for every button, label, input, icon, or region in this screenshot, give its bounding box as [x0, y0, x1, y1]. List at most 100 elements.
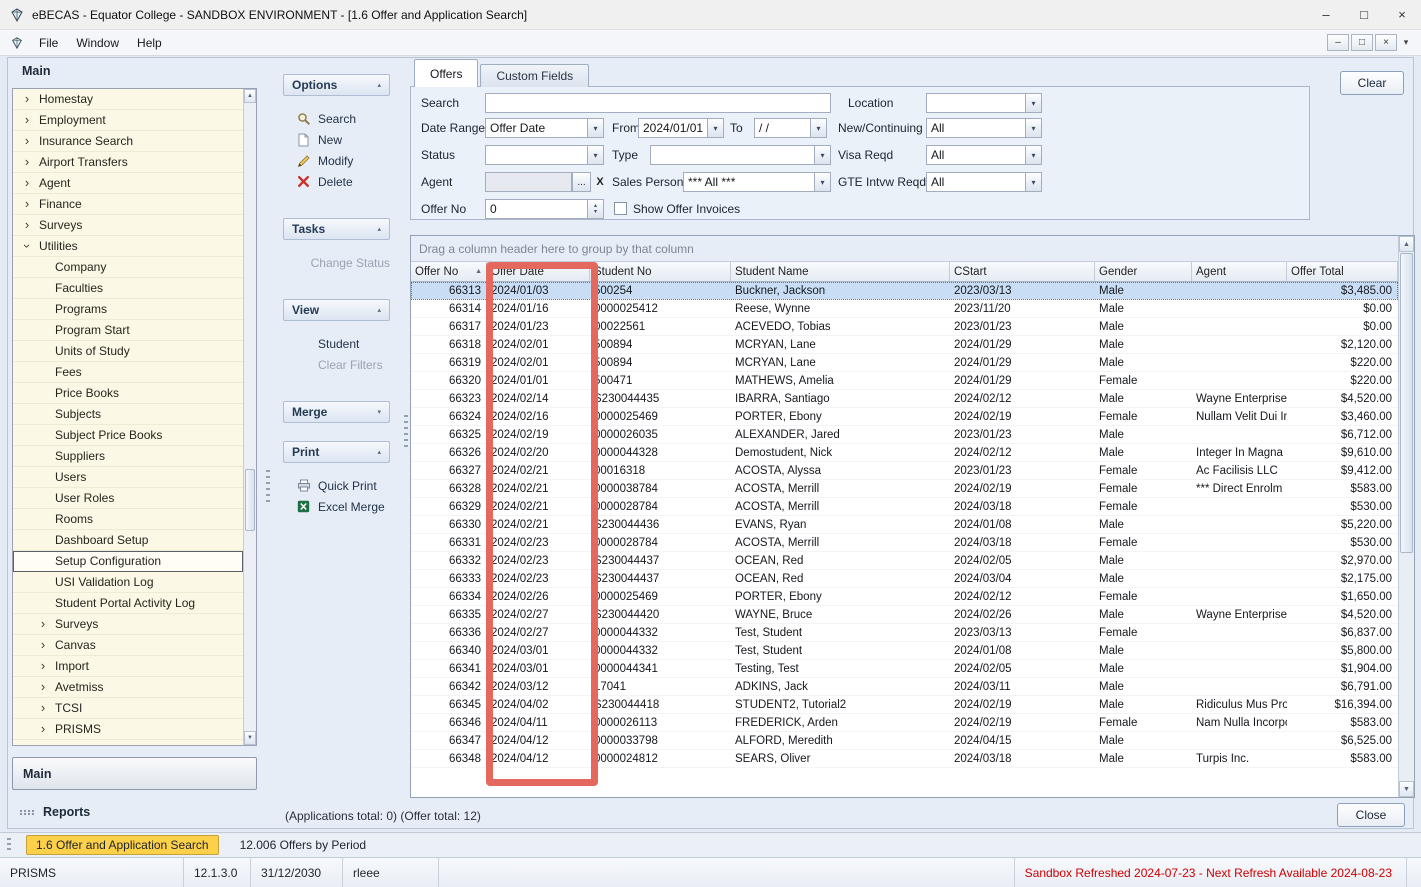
grid-scrollbar-thumb[interactable]: [1400, 253, 1413, 553]
chevron-right-icon[interactable]: ›: [37, 639, 49, 651]
agent-browse-button[interactable]: ...: [572, 172, 591, 192]
chevron-right-icon[interactable]: ›: [37, 618, 49, 630]
sidebar-scrollbar-thumb[interactable]: [245, 469, 255, 531]
column-header-student-name[interactable]: Student Name: [731, 262, 950, 281]
tool-item-excel-merge[interactable]: Excel Merge: [283, 496, 390, 517]
agent-clear-button[interactable]: X: [592, 172, 608, 192]
tree-item-avetmiss[interactable]: ›Avetmiss: [13, 677, 243, 698]
table-row[interactable]: 663252024/02/190000026035ALEXANDER, Jare…: [411, 426, 1398, 444]
tree-item-homestay[interactable]: ›Homestay: [13, 89, 243, 110]
tree-item-fees[interactable]: Fees: [13, 362, 243, 383]
table-row[interactable]: 663362024/02/270000044332Test, Student20…: [411, 624, 1398, 642]
tree-item-surveys[interactable]: ›Surveys: [13, 614, 243, 635]
tab-offers[interactable]: Offers: [414, 59, 478, 87]
table-row[interactable]: 663132024/01/03500254Buckner, Jackson202…: [411, 282, 1398, 300]
table-row[interactable]: 663462024/04/110000026113FREDERICK, Arde…: [411, 714, 1398, 732]
tool-item-search[interactable]: Search: [283, 108, 390, 129]
tab-custom-fields[interactable]: Custom Fields: [480, 64, 589, 87]
status-select[interactable]: ▾: [485, 145, 604, 165]
chevron-down-icon[interactable]: ▾: [814, 146, 830, 164]
chevron-down-icon[interactable]: ▾: [1025, 173, 1041, 191]
table-row[interactable]: 663452024/04/02S230044418STUDENT2, Tutor…: [411, 696, 1398, 714]
toolpanel-splitter[interactable]: [404, 415, 408, 447]
tree-item-surveys[interactable]: ›Surveys: [13, 215, 243, 236]
table-row[interactable]: 663482024/04/120000024812SEARS, Oliver20…: [411, 750, 1398, 768]
chevron-down-icon[interactable]: ▾: [1025, 94, 1041, 112]
tree-item-company[interactable]: Company: [13, 257, 243, 278]
tree-item-subjects[interactable]: Subjects: [13, 404, 243, 425]
column-header-cstart[interactable]: CStart: [950, 262, 1095, 281]
tree-item-price-books[interactable]: Price Books: [13, 383, 243, 404]
table-row[interactable]: 663262024/02/200000044328Demostudent, Ni…: [411, 444, 1398, 462]
table-row[interactable]: 663322024/02/23S230044437OCEAN, Red2024/…: [411, 552, 1398, 570]
show-offer-invoices-checkbox[interactable]: [614, 202, 627, 215]
close-button[interactable]: Close: [1337, 803, 1405, 827]
menu-file[interactable]: File: [30, 33, 67, 53]
tree-item-faculties[interactable]: Faculties: [13, 278, 243, 299]
tool-group-header-print[interactable]: Print▴: [283, 441, 390, 463]
table-row[interactable]: 663422024/03/1217041ADKINS, Jack2024/03/…: [411, 678, 1398, 696]
search-input[interactable]: [485, 93, 831, 113]
table-row[interactable]: 663272024/02/2100016318ACOSTA, Alyssa202…: [411, 462, 1398, 480]
tree-item-dashboard-setup[interactable]: Dashboard Setup: [13, 530, 243, 551]
tree-item-utilities[interactable]: ›Utilities: [13, 236, 243, 257]
from-date-input[interactable]: 2024/01/01 ▾: [638, 118, 724, 138]
column-header-offer-date[interactable]: Offer Date: [487, 262, 590, 281]
table-row[interactable]: 663402024/03/010000044332Test, Student20…: [411, 642, 1398, 660]
chevron-down-icon[interactable]: ▾: [1025, 146, 1041, 164]
sales-person-select[interactable]: *** All *** ▾: [683, 172, 831, 192]
tree-item-setup-configuration[interactable]: Setup Configuration: [13, 551, 243, 572]
chevron-down-icon[interactable]: ›: [21, 240, 33, 252]
chevron-right-icon[interactable]: ›: [21, 219, 33, 231]
table-row[interactable]: 663332024/02/23S230044437OCEAN, Red2024/…: [411, 570, 1398, 588]
gte-intvw-reqd-select[interactable]: All ▾: [926, 172, 1042, 192]
menu-help[interactable]: Help: [128, 33, 171, 53]
column-header-student-no[interactable]: Student No: [590, 262, 731, 281]
dock-tab-12-006-offers-by-period[interactable]: 12.006 Offers by Period: [231, 836, 376, 854]
tool-item-modify[interactable]: Modify: [283, 150, 390, 171]
minimize-button[interactable]: –: [1307, 0, 1345, 29]
to-date-input[interactable]: / / ▾: [754, 118, 827, 138]
location-select[interactable]: ▾: [926, 93, 1042, 113]
tool-group-header-tasks[interactable]: Tasks▴: [283, 218, 390, 240]
tree-item-users[interactable]: Users: [13, 467, 243, 488]
clear-button[interactable]: Clear: [1340, 71, 1404, 95]
tool-item-student[interactable]: Student: [283, 333, 390, 354]
tree-item-agent[interactable]: ›Agent: [13, 173, 243, 194]
chevron-right-icon[interactable]: ›: [21, 135, 33, 147]
tree-item-rooms[interactable]: Rooms: [13, 509, 243, 530]
tool-group-header-merge[interactable]: Merge▾: [283, 401, 390, 423]
visa-reqd-select[interactable]: All ▾: [926, 145, 1042, 165]
chevron-right-icon[interactable]: ›: [37, 723, 49, 735]
offer-no-input[interactable]: 0 ▴▾: [485, 199, 604, 219]
tree-item-user-roles[interactable]: User Roles: [13, 488, 243, 509]
tree-item-prisms[interactable]: ›PRISMS: [13, 719, 243, 740]
tree-item-import[interactable]: ›Import: [13, 656, 243, 677]
chevron-right-icon[interactable]: ›: [21, 156, 33, 168]
sidebar-reports-button[interactable]: Reports: [12, 800, 257, 824]
chevron-down-icon[interactable]: ▾: [1025, 119, 1041, 137]
table-row[interactable]: 663312024/02/230000028784ACOSTA, Merrill…: [411, 534, 1398, 552]
tree-item-suppliers[interactable]: Suppliers: [13, 446, 243, 467]
sidebar-scrollbar[interactable]: ▲ ▼: [243, 89, 256, 745]
menu-window[interactable]: Window: [67, 33, 128, 53]
sidebar-splitter[interactable]: [266, 470, 270, 502]
tree-item-program-start[interactable]: Program Start: [13, 320, 243, 341]
tool-item-quick-print[interactable]: Quick Print: [283, 475, 390, 496]
grid-scrollbar[interactable]: ▲ ▼: [1398, 236, 1414, 797]
tool-group-header-view[interactable]: View▴: [283, 299, 390, 321]
tree-item-programs[interactable]: Programs: [13, 299, 243, 320]
chevron-right-icon[interactable]: ›: [37, 681, 49, 693]
mdi-restore-button[interactable]: □: [1351, 34, 1373, 51]
scroll-up-icon[interactable]: ▲: [1399, 236, 1414, 252]
table-row[interactable]: 663352024/02/27S230044420WAYNE, Bruce202…: [411, 606, 1398, 624]
spinner-icon[interactable]: ▴▾: [587, 200, 603, 218]
tree-item-tcsi[interactable]: ›TCSI: [13, 698, 243, 719]
scroll-down-icon[interactable]: ▼: [244, 731, 256, 745]
close-button[interactable]: ×: [1383, 0, 1421, 29]
table-row[interactable]: 663202024/01/01500471MATHEWS, Amelia2024…: [411, 372, 1398, 390]
new-continuing-select[interactable]: All ▾: [926, 118, 1042, 138]
chevron-right-icon[interactable]: ›: [21, 198, 33, 210]
table-row[interactable]: 663172024/01/2300022561ACEVEDO, Tobias20…: [411, 318, 1398, 336]
column-header-offer-total[interactable]: Offer Total: [1287, 262, 1398, 281]
